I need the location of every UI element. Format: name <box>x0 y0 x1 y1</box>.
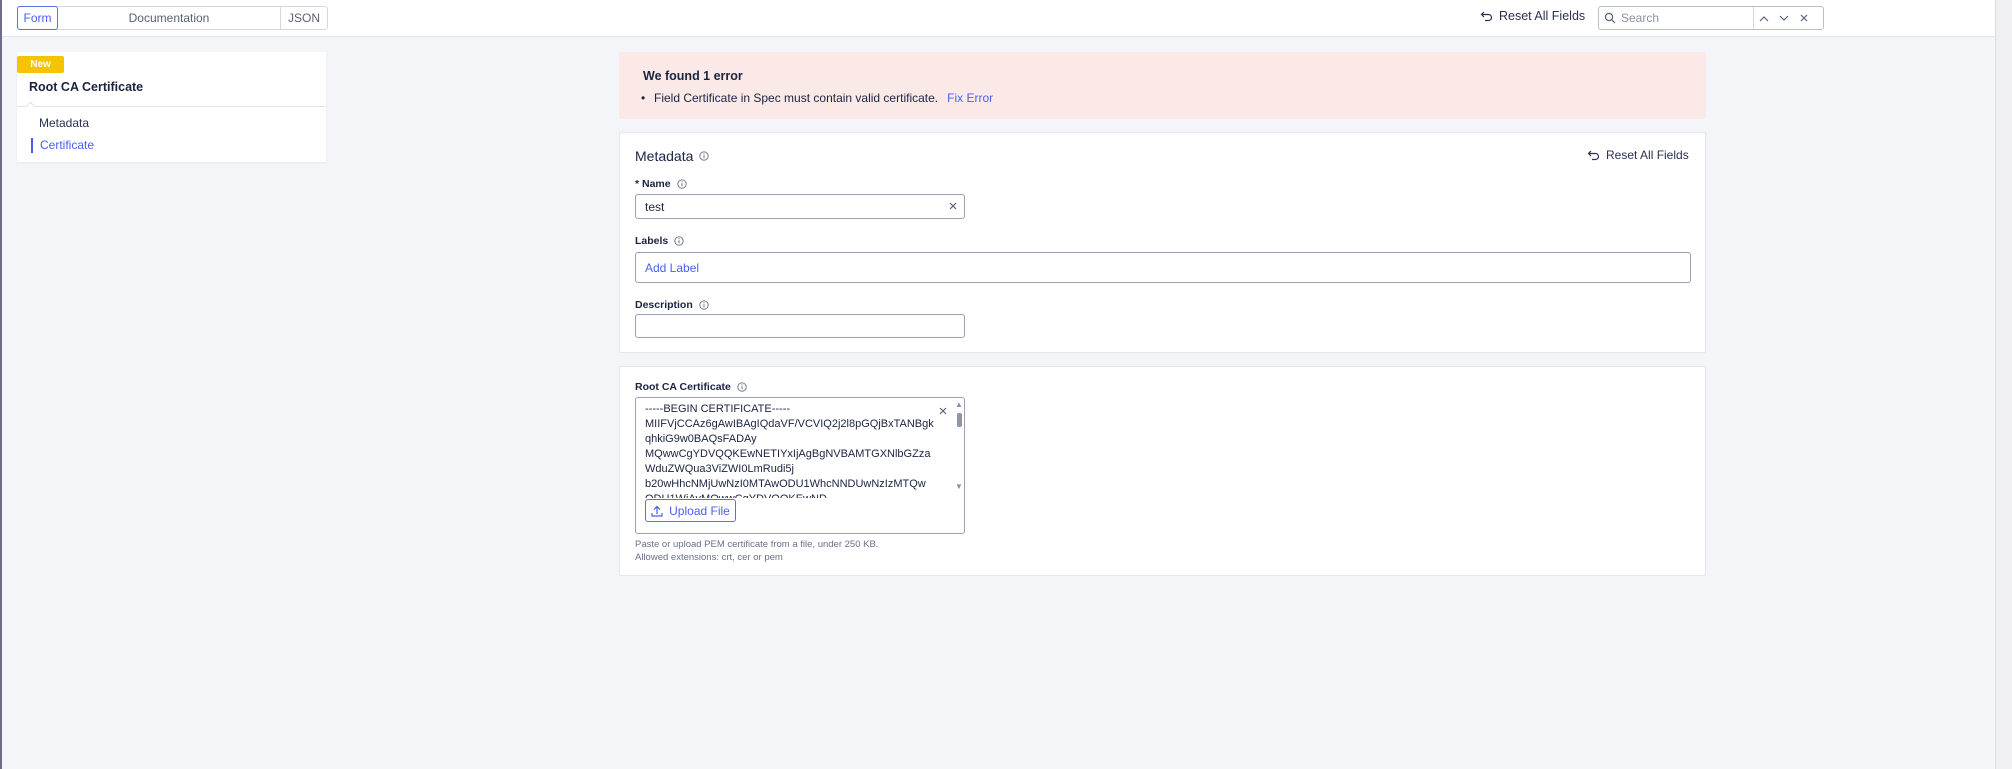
chevron-up-icon <box>1759 15 1769 21</box>
reset-icon <box>1480 11 1493 22</box>
reset-metadata-button[interactable]: Reset All Fields <box>1587 148 1689 162</box>
textarea-scrollbar[interactable]: ▲ ▼ <box>955 400 964 496</box>
clear-name-button[interactable] <box>949 199 957 213</box>
window-edge <box>0 0 2 769</box>
form-navigation: New Root CA Certificate Metadata Certifi… <box>17 52 326 162</box>
search-box <box>1598 6 1824 30</box>
clear-search-button[interactable] <box>1794 7 1814 29</box>
root-ca-certificate-label-text: Root CA Certificate <box>635 381 731 393</box>
metadata-section: Metadata Reset All Fields * Name test La… <box>619 132 1706 353</box>
page-scrollbar[interactable] <box>1995 0 2012 769</box>
tab-json[interactable]: JSON <box>281 7 327 29</box>
allowed-extensions-text: Allowed extensions: crt, cer or pem <box>635 552 783 563</box>
scroll-thumb[interactable] <box>957 413 962 427</box>
info-icon[interactable] <box>699 300 709 310</box>
sidebar-item-certificate[interactable]: Certificate <box>31 138 94 153</box>
previous-match-button[interactable] <box>1754 7 1774 29</box>
view-mode-switcher: Form Documentation JSON <box>17 6 328 30</box>
scroll-down-icon[interactable]: ▼ <box>955 482 963 491</box>
metadata-title: Metadata <box>635 148 694 164</box>
certificate-section: Root CA Certificate -----BEGIN CERTIFICA… <box>619 366 1706 576</box>
description-label: Description <box>635 299 709 311</box>
info-icon[interactable] <box>699 151 710 161</box>
tab-form[interactable]: Form <box>17 6 58 30</box>
error-summary: We found 1 error • Field Certificate in … <box>619 52 1706 119</box>
resource-title: Root CA Certificate <box>29 80 144 94</box>
error-title: We found 1 error <box>643 69 743 83</box>
info-icon[interactable] <box>674 236 684 246</box>
bullet: • <box>641 91 646 105</box>
close-icon <box>939 407 947 415</box>
fix-error-link[interactable]: Fix Error <box>947 91 993 105</box>
error-message: Field Certificate in Spec must contain v… <box>654 91 939 105</box>
search-input[interactable] <box>1621 8 1751 28</box>
certificate-textarea[interactable]: -----BEGIN CERTIFICATE----- MIIFVjCCAz6g… <box>635 397 965 534</box>
reset-all-fields-button[interactable]: Reset All Fields <box>1480 9 1585 23</box>
error-item: • Field Certificate in Spec must contain… <box>641 91 993 105</box>
name-field[interactable]: test <box>635 194 965 219</box>
sidebar-item-metadata[interactable]: Metadata <box>39 116 89 130</box>
labels-label-text: Labels <box>635 235 669 247</box>
close-icon <box>949 202 957 210</box>
certificate-text[interactable]: -----BEGIN CERTIFICATE----- MIIFVjCCAz6g… <box>645 402 935 498</box>
new-badge: New <box>17 56 64 73</box>
reset-all-fields-label: Reset All Fields <box>1499 9 1586 23</box>
name-value: test <box>645 199 665 214</box>
reset-icon <box>1587 150 1600 161</box>
active-pointer <box>25 101 36 112</box>
search-icon <box>1599 12 1621 24</box>
name-label-text: * Name <box>635 178 671 190</box>
clear-certificate-button[interactable] <box>939 404 947 418</box>
upload-file-button[interactable]: Upload File <box>645 499 736 522</box>
name-label: * Name <box>635 178 687 190</box>
divider <box>17 106 326 107</box>
tab-documentation[interactable]: Documentation <box>58 7 281 29</box>
close-icon <box>1800 14 1808 22</box>
labels-field[interactable]: Add Label <box>635 252 1691 283</box>
description-label-text: Description <box>635 299 693 311</box>
next-match-button[interactable] <box>1774 7 1794 29</box>
info-icon[interactable] <box>676 179 687 189</box>
certificate-helper-text: Paste or upload PEM certificate from a f… <box>635 539 879 550</box>
root-ca-certificate-label: Root CA Certificate <box>635 381 747 393</box>
description-field[interactable] <box>635 314 965 338</box>
chevron-down-icon <box>1779 15 1789 21</box>
add-label-button[interactable]: Add Label <box>645 261 699 275</box>
upload-icon <box>651 505 663 517</box>
section-title: Metadata <box>635 148 710 164</box>
reset-metadata-label: Reset All Fields <box>1606 148 1689 162</box>
upload-file-label: Upload File <box>669 503 730 518</box>
labels-label: Labels <box>635 235 684 247</box>
top-toolbar: Form Documentation JSON Reset All Fields <box>2 0 1995 37</box>
scroll-up-icon[interactable]: ▲ <box>955 400 963 409</box>
info-icon[interactable] <box>737 382 747 392</box>
